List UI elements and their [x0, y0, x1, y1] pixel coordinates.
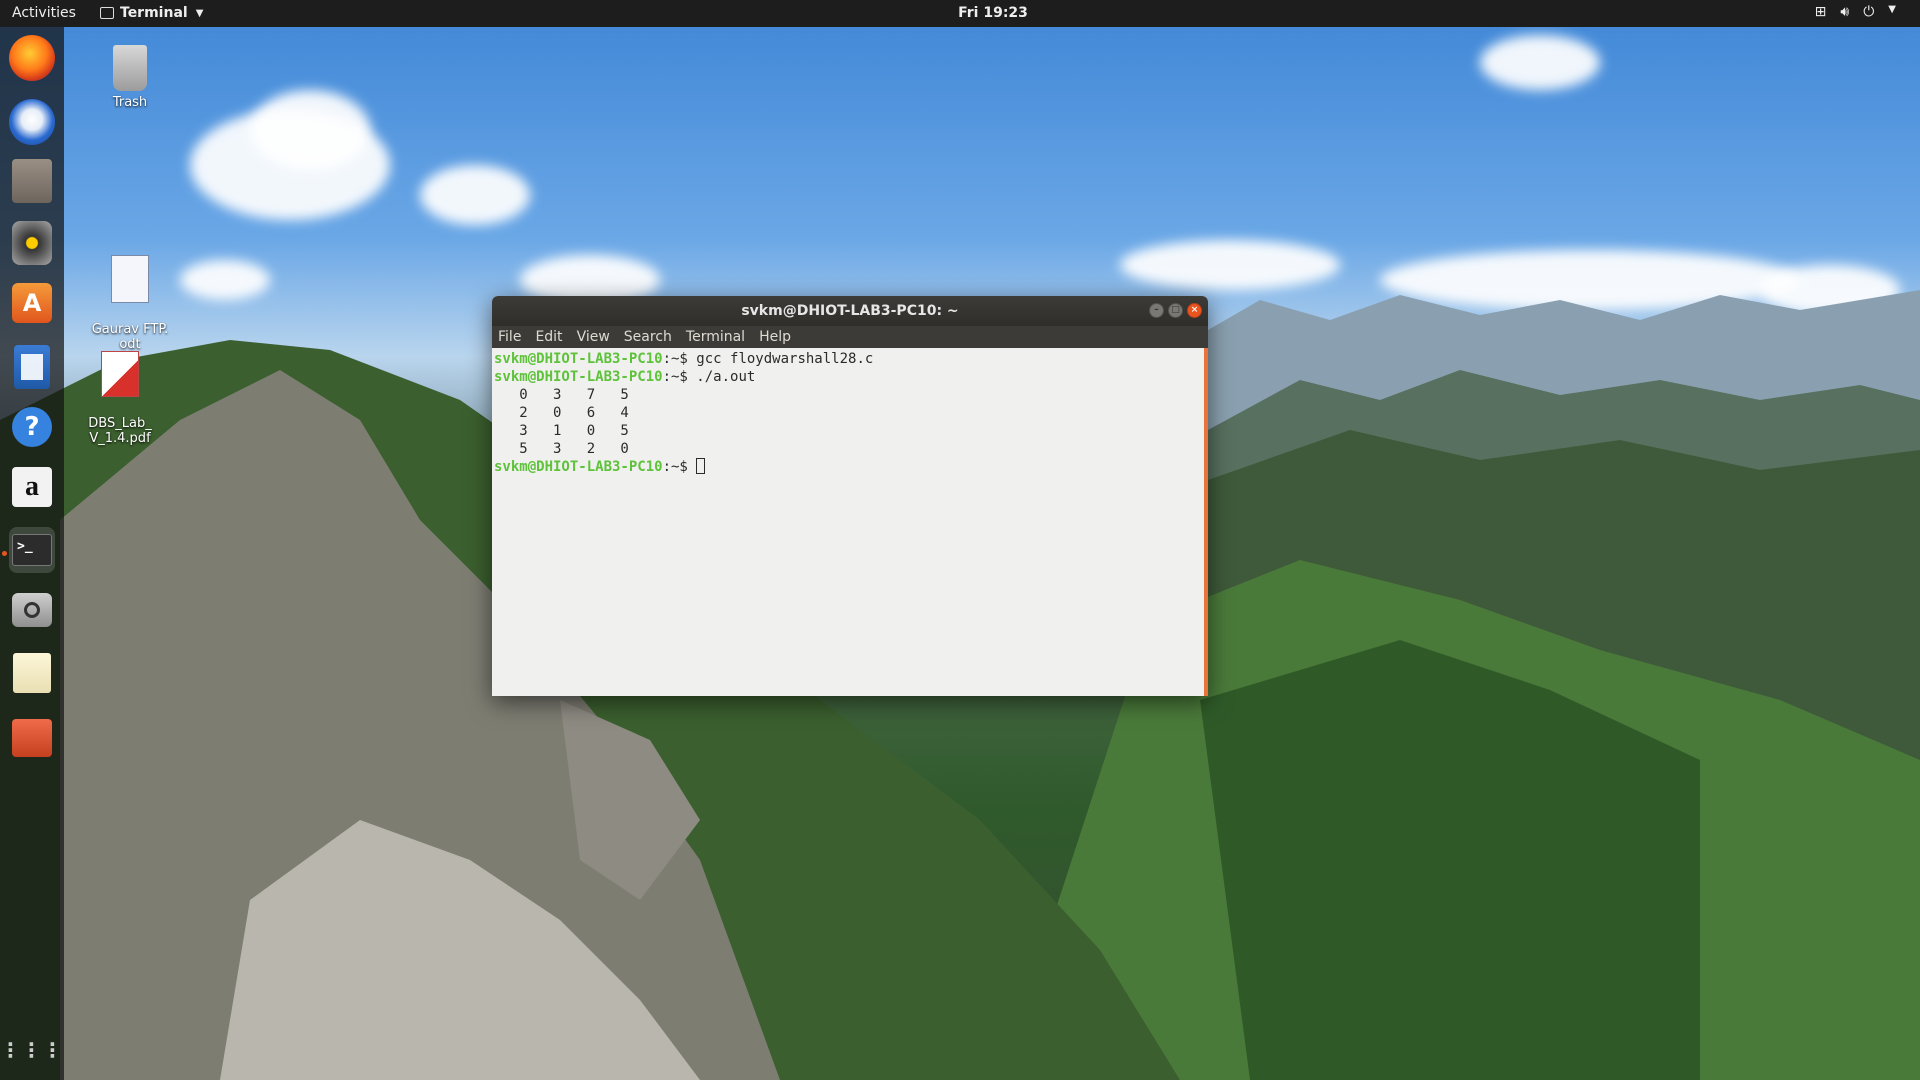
terminal-line: svkm@DHIOT-LAB3-PC10:~$ ./a.out [494, 369, 755, 385]
dock: A ? a >_ ⋮⋮⋮ [0, 27, 64, 1080]
prompt: svkm@DHIOT-LAB3-PC10 [494, 351, 663, 367]
menu-view[interactable]: View [577, 329, 610, 345]
desktop-icon-trash[interactable]: Trash [85, 45, 175, 110]
text-cursor [696, 458, 706, 474]
chevron-down-icon: ▼ [1888, 4, 1896, 15]
output-line: 2 0 6 4 [494, 405, 629, 421]
thunderbird-icon[interactable] [9, 99, 55, 145]
document-icon [111, 255, 149, 303]
trash-icon [113, 45, 147, 91]
terminal-icon[interactable]: >_ [9, 527, 55, 573]
menu-edit[interactable]: Edit [535, 329, 562, 345]
prompt-suffix: :~$ [662, 369, 697, 385]
terminal-line: svkm@DHIOT-LAB3-PC10:~$ [494, 458, 706, 475]
clock[interactable]: Fri 19:23 [0, 5, 1920, 21]
minimize-icon[interactable]: – [1149, 303, 1164, 318]
volume-icon: 🔊︎ [1840, 4, 1850, 20]
terminal-window[interactable]: svkm@DHIOT-LAB3-PC10: ~ – □ × File Edit … [492, 296, 1208, 696]
maximize-icon[interactable]: □ [1168, 303, 1183, 318]
scrollbar[interactable] [1204, 348, 1208, 696]
amazon-icon[interactable]: a [12, 467, 52, 507]
window-title: svkm@DHIOT-LAB3-PC10: ~ [741, 303, 959, 319]
window-controls: – □ × [1149, 303, 1202, 318]
title-bar[interactable]: svkm@DHIOT-LAB3-PC10: ~ – □ × [492, 296, 1208, 326]
prompt: svkm@DHIOT-LAB3-PC10 [494, 369, 663, 385]
menu-help[interactable]: Help [759, 329, 791, 345]
command: ./a.out [696, 369, 756, 385]
show-apps-icon[interactable]: ⋮⋮⋮ [1, 1027, 63, 1073]
system-tray[interactable]: ⊞ 🔊︎ ⏻ ▼ [1815, 4, 1896, 20]
top-bar: Activities Terminal ▼ Fri 19:23 ⊞ 🔊︎ ⏻ ▼ [0, 0, 1920, 27]
files-icon[interactable] [12, 159, 52, 203]
document-icon [21, 354, 43, 380]
close-icon[interactable]: × [1187, 303, 1202, 318]
screenshot-icon[interactable] [12, 593, 52, 627]
rhythmbox-icon[interactable] [12, 221, 52, 265]
prompt-suffix: :~$ [662, 459, 697, 475]
terminal-glyph: >_ [12, 534, 52, 566]
pdf-icon [101, 351, 139, 397]
archive-icon[interactable] [12, 719, 52, 757]
menu-terminal[interactable]: Terminal [686, 329, 745, 345]
prompt-suffix: :~$ [662, 351, 697, 367]
menu-search[interactable]: Search [624, 329, 672, 345]
running-indicator [2, 551, 7, 556]
software-center-icon[interactable]: A [12, 283, 52, 323]
menu-bar: File Edit View Search Terminal Help [492, 326, 1208, 348]
output-line: 3 1 0 5 [494, 423, 629, 439]
command: gcc floydwarshall28.c [696, 351, 874, 367]
help-icon[interactable]: ? [12, 407, 52, 447]
amazon-glyph: a [25, 471, 39, 502]
output-line: 0 3 7 5 [494, 387, 629, 403]
menu-file[interactable]: File [498, 329, 521, 345]
text-editor-icon[interactable] [13, 653, 51, 693]
prompt: svkm@DHIOT-LAB3-PC10 [494, 459, 663, 475]
terminal-output[interactable]: svkm@DHIOT-LAB3-PC10:~$ gcc floydwarshal… [492, 348, 1204, 696]
writer-icon[interactable] [14, 345, 50, 389]
help-glyph: ? [24, 412, 40, 442]
desktop-icon-label: DBS_Lab_ V_1.4.pdf [88, 416, 152, 446]
network-icon: ⊞ [1814, 4, 1827, 20]
desktop-icon-label: Trash [112, 95, 148, 110]
power-icon: ⏻ [1863, 4, 1875, 20]
terminal-line: svkm@DHIOT-LAB3-PC10:~$ gcc floydwarshal… [494, 351, 873, 367]
output-line: 5 3 2 0 [494, 441, 629, 457]
desktop-icon-pdf[interactable]: DBS_Lab_ V_1.4.pdf [75, 336, 165, 446]
camera-lens-icon [24, 602, 40, 618]
firefox-icon[interactable] [9, 35, 55, 81]
